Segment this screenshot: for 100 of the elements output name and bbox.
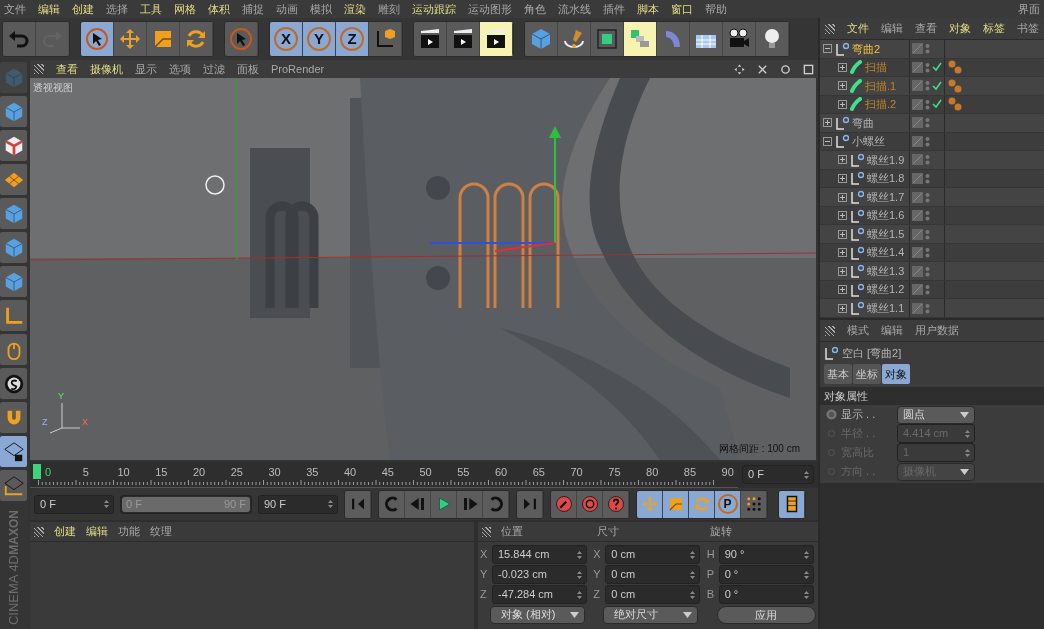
expand-icon[interactable] (823, 118, 832, 128)
tab[interactable]: 基本 (824, 364, 852, 384)
object-name[interactable]: 螺丝1.8 (867, 170, 905, 187)
pan-icon[interactable] (734, 63, 745, 75)
grip-handle[interactable] (34, 526, 44, 537)
tool-button[interactable] (0, 368, 27, 399)
menu-item[interactable]: 功能 (118, 523, 140, 540)
menu-item[interactable]: 模式 (847, 322, 869, 339)
expand-icon[interactable] (838, 81, 847, 91)
menu-item[interactable]: 动画 (276, 0, 298, 18)
object-name[interactable]: 螺丝1.6 (867, 207, 905, 224)
material-tag-icon[interactable] (948, 60, 962, 75)
menu-item[interactable]: 标签 (983, 20, 1005, 37)
object-name[interactable]: 扫描.1 (865, 77, 897, 95)
menu-item[interactable]: 角色 (524, 0, 546, 18)
menu-item[interactable]: 纹理 (150, 523, 172, 540)
grip-handle[interactable] (825, 325, 835, 336)
menu-item[interactable]: 编辑 (881, 322, 903, 339)
playback-button[interactable] (577, 490, 603, 518)
object-name[interactable]: 螺丝1.4 (867, 244, 905, 261)
menu-item[interactable]: 编辑 (38, 0, 60, 18)
menu-item[interactable]: 摄像机 (90, 60, 123, 78)
grip-handle[interactable] (34, 64, 44, 74)
tab[interactable]: 坐标 (853, 364, 881, 384)
expand-icon[interactable] (838, 211, 847, 221)
zoom-icon[interactable] (757, 63, 768, 75)
tool-button[interactable] (624, 22, 657, 56)
menu-item[interactable]: 雕刻 (378, 0, 400, 18)
menu-item[interactable]: 文件 (4, 0, 26, 18)
playback-button[interactable] (603, 490, 629, 518)
menu-item[interactable]: 对象 (949, 20, 971, 37)
mode-button[interactable] (741, 490, 767, 518)
mode-button[interactable]: P (715, 490, 741, 518)
playback-button[interactable] (551, 490, 577, 518)
menu-item[interactable]: 用户数据 (915, 322, 959, 339)
mode-button[interactable] (663, 490, 689, 518)
object-name[interactable]: 弯曲2 (852, 40, 881, 57)
object-name[interactable]: 螺丝1.3 (867, 262, 905, 280)
coordinate-field[interactable]: -0.023 cm (492, 565, 587, 584)
expand-icon[interactable] (838, 303, 847, 313)
object-name[interactable]: 扫描 (865, 59, 887, 76)
menu-item[interactable]: 流水线 (558, 0, 591, 18)
collapse-icon[interactable] (823, 136, 832, 146)
playhead-marker[interactable] (33, 464, 41, 479)
expand-icon[interactable] (838, 99, 847, 109)
tool-button[interactable] (0, 470, 27, 501)
menu-item[interactable]: 创建 (72, 0, 94, 18)
coordinate-field[interactable]: 0 cm (605, 585, 701, 604)
menu-item[interactable]: 过滤 (203, 60, 225, 78)
mode-button[interactable] (689, 490, 715, 518)
collapse-icon[interactable] (823, 44, 832, 54)
expand-icon[interactable] (838, 285, 847, 295)
coordinate-field[interactable]: 15.844 cm (492, 545, 587, 564)
menu-item[interactable]: 帮助 (705, 0, 727, 18)
menu-item[interactable]: 捕捉 (242, 0, 264, 18)
coordinate-field[interactable]: 0 cm (605, 565, 701, 584)
menu-item[interactable]: 网格 (174, 0, 196, 18)
menu-item[interactable]: 工具 (140, 0, 162, 18)
menu-item[interactable]: 运动跟踪 (412, 0, 456, 18)
mode-dropdown[interactable]: 对象 (相对) (490, 605, 585, 624)
menu-item[interactable]: 查看 (56, 60, 78, 78)
object-name[interactable]: 螺丝1.2 (867, 281, 905, 298)
object-name[interactable]: 螺丝1.7 (867, 188, 905, 206)
object-name[interactable]: 螺丝1.5 (867, 225, 905, 243)
animation-radio[interactable] (826, 409, 837, 420)
menu-item[interactable]: 书签 (1017, 20, 1039, 37)
expand-icon[interactable] (838, 174, 847, 183)
tool-button[interactable]: Z (336, 22, 369, 56)
end-frame-field[interactable]: 90 F (258, 494, 338, 514)
orbit-icon[interactable] (780, 63, 791, 75)
mode-dropdown[interactable]: 绝对尺寸 (603, 605, 699, 624)
maximize-icon[interactable] (803, 63, 814, 75)
menu-item[interactable]: ProRender (271, 60, 325, 78)
tool-button[interactable]: Y (303, 22, 336, 56)
menu-item[interactable]: 创建 (54, 523, 76, 540)
menu-item[interactable]: 窗口 (671, 0, 693, 18)
coordinate-field[interactable]: 0 cm (605, 545, 701, 564)
expand-icon[interactable] (838, 248, 847, 258)
coordinate-field[interactable]: 0 ° (718, 585, 814, 604)
tool-button[interactable] (480, 22, 513, 56)
menu-item[interactable]: 插件 (603, 0, 625, 18)
tool-button[interactable]: X (270, 22, 303, 56)
coordinate-field[interactable]: 0 ° (718, 565, 814, 584)
start-frame-field[interactable]: 0 F (34, 494, 114, 514)
menu-item[interactable]: 选项 (169, 60, 191, 78)
menu-item[interactable]: 显示 (135, 60, 157, 78)
layout-label[interactable]: 界面 (1018, 0, 1040, 18)
apply-button[interactable]: 应用 (716, 605, 816, 624)
menu-item[interactable]: 编辑 (86, 523, 108, 540)
menu-item[interactable]: 脚本 (637, 0, 659, 18)
menu-item[interactable]: 渲染 (344, 0, 366, 18)
menu-item[interactable]: 编辑 (881, 20, 903, 37)
tab[interactable]: 对象 (882, 364, 910, 384)
menu-item[interactable]: 查看 (915, 20, 937, 37)
menu-item[interactable]: 面板 (237, 60, 259, 78)
expand-icon[interactable] (838, 62, 847, 72)
object-name[interactable]: 扫描.2 (865, 96, 897, 113)
menu-item[interactable]: 选择 (106, 0, 128, 18)
property-dropdown[interactable]: 圆点 (897, 405, 975, 424)
grip-handle[interactable] (825, 23, 835, 34)
